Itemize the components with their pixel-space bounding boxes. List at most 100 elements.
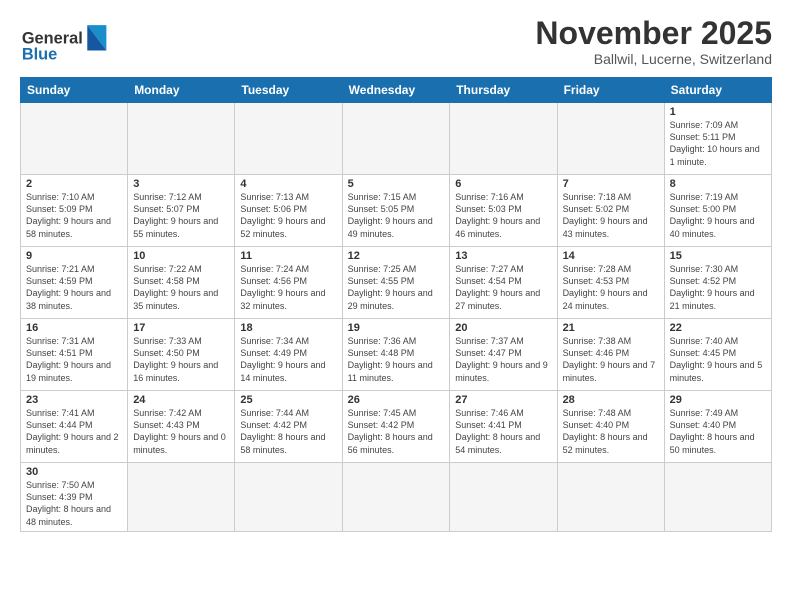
- day-number: 3: [133, 178, 229, 190]
- calendar-day-cell: 15Sunrise: 7:30 AM Sunset: 4:52 PM Dayli…: [664, 247, 771, 319]
- calendar-day-cell: [128, 463, 235, 532]
- day-info: Sunrise: 7:19 AM Sunset: 5:00 PM Dayligh…: [670, 191, 766, 240]
- day-info: Sunrise: 7:36 AM Sunset: 4:48 PM Dayligh…: [348, 335, 445, 384]
- day-number: 19: [348, 322, 445, 334]
- calendar-day-cell: 12Sunrise: 7:25 AM Sunset: 4:55 PM Dayli…: [342, 247, 450, 319]
- day-number: 4: [240, 178, 336, 190]
- day-info: Sunrise: 7:37 AM Sunset: 4:47 PM Dayligh…: [455, 335, 551, 384]
- calendar-day-cell: 24Sunrise: 7:42 AM Sunset: 4:43 PM Dayli…: [128, 391, 235, 463]
- col-wednesday: Wednesday: [342, 78, 450, 103]
- calendar-day-cell: 10Sunrise: 7:22 AM Sunset: 4:58 PM Dayli…: [128, 247, 235, 319]
- calendar-day-cell: 2Sunrise: 7:10 AM Sunset: 5:09 PM Daylig…: [21, 175, 128, 247]
- day-number: 25: [240, 394, 336, 406]
- day-info: Sunrise: 7:48 AM Sunset: 4:40 PM Dayligh…: [563, 407, 659, 456]
- day-info: Sunrise: 7:24 AM Sunset: 4:56 PM Dayligh…: [240, 263, 336, 312]
- calendar-day-cell: 19Sunrise: 7:36 AM Sunset: 4:48 PM Dayli…: [342, 319, 450, 391]
- col-sunday: Sunday: [21, 78, 128, 103]
- day-info: Sunrise: 7:42 AM Sunset: 4:43 PM Dayligh…: [133, 407, 229, 456]
- day-info: Sunrise: 7:38 AM Sunset: 4:46 PM Dayligh…: [563, 335, 659, 384]
- day-number: 12: [348, 250, 445, 262]
- calendar-day-cell: 17Sunrise: 7:33 AM Sunset: 4:50 PM Dayli…: [128, 319, 235, 391]
- day-number: 21: [563, 322, 659, 334]
- calendar-day-cell: [557, 463, 664, 532]
- day-info: Sunrise: 7:15 AM Sunset: 5:05 PM Dayligh…: [348, 191, 445, 240]
- calendar-day-cell: [235, 463, 342, 532]
- calendar-day-cell: 22Sunrise: 7:40 AM Sunset: 4:45 PM Dayli…: [664, 319, 771, 391]
- day-number: 11: [240, 250, 336, 262]
- day-number: 28: [563, 394, 659, 406]
- calendar-week-row: 2Sunrise: 7:10 AM Sunset: 5:09 PM Daylig…: [21, 175, 772, 247]
- day-info: Sunrise: 7:13 AM Sunset: 5:06 PM Dayligh…: [240, 191, 336, 240]
- day-info: Sunrise: 7:33 AM Sunset: 4:50 PM Dayligh…: [133, 335, 229, 384]
- calendar-day-cell: 16Sunrise: 7:31 AM Sunset: 4:51 PM Dayli…: [21, 319, 128, 391]
- page: General Blue November 2025 Ballwil, Luce…: [0, 0, 792, 612]
- col-friday: Friday: [557, 78, 664, 103]
- day-number: 24: [133, 394, 229, 406]
- day-info: Sunrise: 7:27 AM Sunset: 4:54 PM Dayligh…: [455, 263, 551, 312]
- col-monday: Monday: [128, 78, 235, 103]
- day-number: 20: [455, 322, 551, 334]
- logo-svg: General Blue: [20, 16, 120, 66]
- header: General Blue November 2025 Ballwil, Luce…: [20, 16, 772, 67]
- calendar-week-row: 16Sunrise: 7:31 AM Sunset: 4:51 PM Dayli…: [21, 319, 772, 391]
- calendar-day-cell: 21Sunrise: 7:38 AM Sunset: 4:46 PM Dayli…: [557, 319, 664, 391]
- day-number: 1: [670, 106, 766, 118]
- calendar-day-cell: 4Sunrise: 7:13 AM Sunset: 5:06 PM Daylig…: [235, 175, 342, 247]
- calendar-day-cell: [342, 103, 450, 175]
- day-number: 17: [133, 322, 229, 334]
- day-number: 29: [670, 394, 766, 406]
- svg-text:Blue: Blue: [22, 46, 57, 64]
- subtitle: Ballwil, Lucerne, Switzerland: [535, 51, 772, 67]
- calendar-week-row: 23Sunrise: 7:41 AM Sunset: 4:44 PM Dayli…: [21, 391, 772, 463]
- day-number: 30: [26, 466, 122, 478]
- col-thursday: Thursday: [450, 78, 557, 103]
- calendar-day-cell: [235, 103, 342, 175]
- col-tuesday: Tuesday: [235, 78, 342, 103]
- day-info: Sunrise: 7:22 AM Sunset: 4:58 PM Dayligh…: [133, 263, 229, 312]
- day-number: 5: [348, 178, 445, 190]
- day-info: Sunrise: 7:18 AM Sunset: 5:02 PM Dayligh…: [563, 191, 659, 240]
- day-info: Sunrise: 7:31 AM Sunset: 4:51 PM Dayligh…: [26, 335, 122, 384]
- calendar-day-cell: [450, 103, 557, 175]
- day-info: Sunrise: 7:50 AM Sunset: 4:39 PM Dayligh…: [26, 479, 122, 528]
- month-title: November 2025: [535, 16, 772, 51]
- calendar-day-cell: [128, 103, 235, 175]
- day-number: 8: [670, 178, 766, 190]
- day-info: Sunrise: 7:25 AM Sunset: 4:55 PM Dayligh…: [348, 263, 445, 312]
- day-number: 15: [670, 250, 766, 262]
- calendar-header-row: Sunday Monday Tuesday Wednesday Thursday…: [21, 78, 772, 103]
- calendar-day-cell: 7Sunrise: 7:18 AM Sunset: 5:02 PM Daylig…: [557, 175, 664, 247]
- calendar-day-cell: 1Sunrise: 7:09 AM Sunset: 5:11 PM Daylig…: [664, 103, 771, 175]
- day-number: 26: [348, 394, 445, 406]
- day-number: 10: [133, 250, 229, 262]
- calendar-day-cell: 8Sunrise: 7:19 AM Sunset: 5:00 PM Daylig…: [664, 175, 771, 247]
- day-info: Sunrise: 7:44 AM Sunset: 4:42 PM Dayligh…: [240, 407, 336, 456]
- calendar-table: Sunday Monday Tuesday Wednesday Thursday…: [20, 77, 772, 532]
- day-info: Sunrise: 7:12 AM Sunset: 5:07 PM Dayligh…: [133, 191, 229, 240]
- calendar-day-cell: 3Sunrise: 7:12 AM Sunset: 5:07 PM Daylig…: [128, 175, 235, 247]
- day-number: 14: [563, 250, 659, 262]
- calendar-week-row: 30Sunrise: 7:50 AM Sunset: 4:39 PM Dayli…: [21, 463, 772, 532]
- day-info: Sunrise: 7:49 AM Sunset: 4:40 PM Dayligh…: [670, 407, 766, 456]
- day-number: 18: [240, 322, 336, 334]
- calendar-day-cell: 25Sunrise: 7:44 AM Sunset: 4:42 PM Dayli…: [235, 391, 342, 463]
- calendar-day-cell: 14Sunrise: 7:28 AM Sunset: 4:53 PM Dayli…: [557, 247, 664, 319]
- day-info: Sunrise: 7:45 AM Sunset: 4:42 PM Dayligh…: [348, 407, 445, 456]
- calendar-day-cell: 23Sunrise: 7:41 AM Sunset: 4:44 PM Dayli…: [21, 391, 128, 463]
- calendar-day-cell: 5Sunrise: 7:15 AM Sunset: 5:05 PM Daylig…: [342, 175, 450, 247]
- calendar-day-cell: 9Sunrise: 7:21 AM Sunset: 4:59 PM Daylig…: [21, 247, 128, 319]
- calendar-day-cell: 11Sunrise: 7:24 AM Sunset: 4:56 PM Dayli…: [235, 247, 342, 319]
- day-info: Sunrise: 7:28 AM Sunset: 4:53 PM Dayligh…: [563, 263, 659, 312]
- calendar-day-cell: [664, 463, 771, 532]
- day-info: Sunrise: 7:30 AM Sunset: 4:52 PM Dayligh…: [670, 263, 766, 312]
- day-number: 6: [455, 178, 551, 190]
- calendar-day-cell: 13Sunrise: 7:27 AM Sunset: 4:54 PM Dayli…: [450, 247, 557, 319]
- day-info: Sunrise: 7:16 AM Sunset: 5:03 PM Dayligh…: [455, 191, 551, 240]
- svg-text:General: General: [22, 29, 83, 47]
- calendar-day-cell: 29Sunrise: 7:49 AM Sunset: 4:40 PM Dayli…: [664, 391, 771, 463]
- day-info: Sunrise: 7:10 AM Sunset: 5:09 PM Dayligh…: [26, 191, 122, 240]
- calendar-day-cell: [342, 463, 450, 532]
- day-info: Sunrise: 7:41 AM Sunset: 4:44 PM Dayligh…: [26, 407, 122, 456]
- calendar-week-row: 9Sunrise: 7:21 AM Sunset: 4:59 PM Daylig…: [21, 247, 772, 319]
- day-number: 7: [563, 178, 659, 190]
